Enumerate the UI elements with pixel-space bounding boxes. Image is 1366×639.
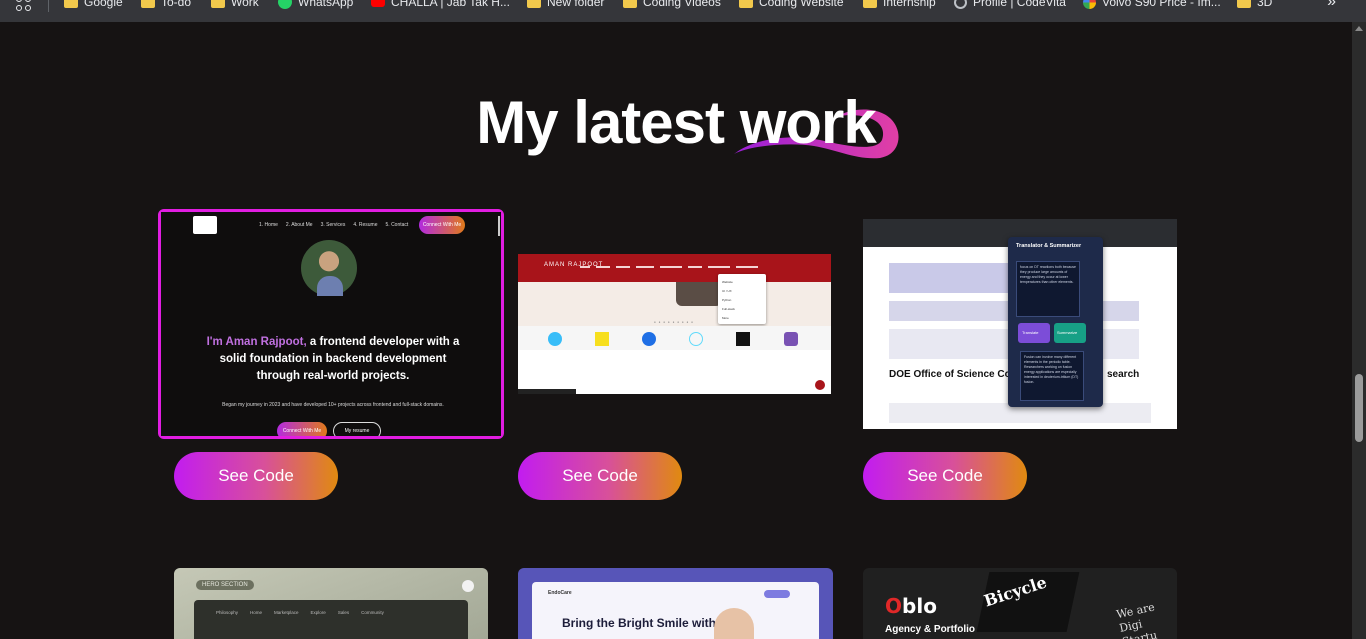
summarize-button: Summarize (1054, 323, 1086, 343)
panel-input-text: focus on DT reactions both because they … (1016, 261, 1080, 317)
scroll-thumb[interactable] (1355, 374, 1363, 442)
folder-icon (527, 0, 541, 8)
preview-pill (764, 590, 790, 598)
folder-icon (739, 0, 753, 8)
scroll-top-icon (815, 380, 825, 390)
preview-nav: 1. Home 2. About Me 3. Services 4. Resum… (259, 222, 409, 228)
bookmark-work[interactable]: Work (211, 0, 259, 9)
preview-heading: Bring the Bright Smile with (562, 616, 717, 630)
bookmark-internship[interactable]: Internship (863, 0, 936, 9)
preview-resume-button: My resume (333, 422, 381, 436)
laptop-image (676, 282, 722, 306)
skills-strip (518, 326, 831, 350)
folder-icon (141, 0, 155, 8)
more-bookmarks-icon[interactable]: » (1327, 0, 1336, 11)
tailwind-icon (548, 332, 562, 346)
project-preview-5[interactable]: EndoCare Bring the Bright Smile with (518, 568, 833, 639)
project-preview-4[interactable]: HERO SECTION Philosophy Home Marketplace… (174, 568, 488, 639)
translate-button: Translate (1018, 323, 1050, 343)
bookmark-3d[interactable]: 3D (1237, 0, 1272, 9)
bookmarks-separator (48, 0, 49, 12)
panel-output-text: Fusion can involve many different elemen… (1020, 351, 1084, 401)
see-code-button-2[interactable]: See Code (518, 452, 682, 500)
whatsapp-icon (278, 0, 292, 9)
preview-intro: I'm Aman Rajpoot, a frontend developer w… (206, 336, 460, 382)
play-icon (642, 332, 656, 346)
page-scrollbar[interactable] (1352, 22, 1366, 639)
scroll-up-arrow-icon[interactable] (1355, 26, 1363, 31)
bookmarks-bar: Google To-do Work WhatsApp CHALLA | Jab … (0, 0, 1366, 22)
project-preview-3[interactable]: DOE Office of Science Contr search Trans… (863, 219, 1177, 429)
preview-cta: Connect With Me (419, 216, 465, 234)
see-code-button-1[interactable]: See Code (174, 452, 338, 500)
preview-scrollbar (498, 216, 500, 236)
document-heading-tail: search (1107, 369, 1140, 380)
bookmark-coding-videos[interactable]: Coding Videos (623, 0, 721, 9)
youtube-icon (371, 0, 385, 7)
avatar (301, 240, 357, 296)
oblo-logo: Oblo (885, 594, 937, 618)
javascript-icon (595, 332, 609, 346)
folder-icon (1237, 0, 1251, 8)
react-icon (689, 332, 703, 346)
hero-section-tag: HERO SECTION (196, 580, 254, 590)
bookmark-whatsapp[interactable]: WhatsApp (278, 0, 353, 9)
oblo-subtitle: Agency & Portfolio (885, 624, 976, 635)
status-url (518, 389, 576, 394)
globe-icon (954, 0, 967, 9)
preview-brand: EndoCare (548, 590, 572, 596)
apps-grid-icon[interactable] (14, 0, 34, 14)
preview-menu (580, 266, 758, 268)
folder-icon (863, 0, 877, 8)
see-code-button-3[interactable]: See Code (863, 452, 1027, 500)
carousel-dots: ● ● ● ● ● ● ● ● ● (654, 320, 694, 324)
folder-icon (211, 0, 225, 8)
bookmark-codevita[interactable]: Profile | CodeVita (954, 0, 1066, 9)
heading-highlight: work (733, 88, 899, 159)
preview-subtext: Began my journey in 2023 and have develo… (222, 402, 444, 408)
heading-text: My latest (476, 89, 725, 156)
section-heading: My latest work (0, 88, 1352, 159)
digital-startup-text: We are Digi Startu (1115, 600, 1159, 639)
document-heading: DOE Office of Science Contr (889, 369, 1025, 380)
preview-dropdown: Website UI / UX Python Full-stack More (718, 274, 766, 324)
panel-title: Translator & Summarizer (1016, 243, 1082, 249)
bootstrap-icon (784, 332, 798, 346)
preview-inner (194, 600, 468, 639)
preview-connect-button: Connect With Me (277, 422, 327, 436)
heading-highlight-text: work (739, 89, 877, 156)
bookmark-todo[interactable]: To-do (141, 0, 191, 9)
bookmark-volvo[interactable]: Volvo S90 Price - Im... (1083, 0, 1221, 9)
google-icon (1083, 0, 1096, 9)
project-preview-1[interactable]: 1. Home 2. About Me 3. Services 4. Resum… (161, 212, 501, 436)
site-logo (193, 216, 217, 234)
bookmark-coding-website[interactable]: Coding Website (739, 0, 844, 9)
summarizer-panel: Translator & Summarizer focus on DT reac… (1008, 237, 1103, 407)
preview-footer (518, 350, 831, 394)
folder-icon (64, 0, 78, 8)
profile-icon (462, 580, 474, 592)
project-preview-6[interactable]: Bicycle Oblo Agency & Portfolio We are D… (863, 568, 1177, 639)
nextjs-icon (736, 332, 750, 346)
project-preview-2[interactable]: AMAN RAJPOOT Website UI / UX Python Full… (518, 254, 831, 394)
preview-nav: Philosophy Home Marketplace Explore Sale… (216, 610, 384, 615)
bookmark-google[interactable]: Google (64, 0, 123, 9)
bookmark-new-folder[interactable]: New folder (527, 0, 604, 9)
folder-icon (623, 0, 637, 8)
bookmark-challa[interactable]: CHALLA | Jab Tak H... (371, 0, 510, 9)
